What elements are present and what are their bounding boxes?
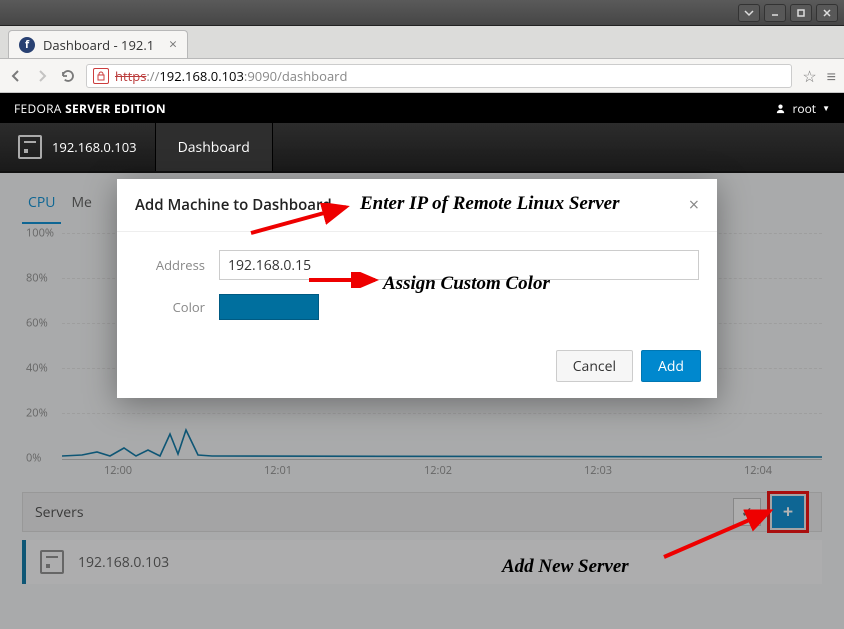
user-menu[interactable]: root ▼	[775, 100, 830, 117]
annotation-arrow	[660, 505, 780, 563]
annotation-arrow	[307, 272, 381, 288]
annotation-arrow	[246, 203, 356, 239]
y-tick: 60%	[26, 316, 48, 331]
y-tick: 20%	[26, 406, 48, 421]
x-tick: 12:01	[264, 463, 292, 478]
forward-icon[interactable]	[34, 68, 50, 84]
browser-tab[interactable]: f Dashboard - 192.1 ×	[8, 30, 188, 58]
tab-dashboard[interactable]: Dashboard	[155, 123, 273, 171]
server-icon	[40, 550, 64, 574]
host-pill[interactable]: 192.168.0.103	[0, 123, 155, 171]
app-header: FEDORA SERVER EDITION root ▼	[0, 93, 844, 123]
close-icon[interactable]: ×	[169, 35, 177, 54]
y-tick: 40%	[26, 361, 48, 376]
x-tick: 12:00	[104, 463, 132, 478]
servers-title: Servers	[35, 503, 84, 522]
fedora-icon: f	[19, 37, 35, 53]
host-label: 192.168.0.103	[52, 138, 137, 156]
x-tick: 12:03	[584, 463, 612, 478]
annotation-text: Enter IP of Remote Linux Server	[360, 193, 620, 215]
bookmark-icon[interactable]: ☆	[802, 65, 816, 87]
reload-icon[interactable]	[60, 68, 76, 84]
address-label: Address	[135, 256, 205, 274]
annotation-text: Add New Server	[502, 556, 629, 578]
cpu-sparkline	[62, 416, 822, 460]
page-body: CPU Me 100% 80% 60% 40% 20% 0% 12:00 12:…	[0, 173, 844, 629]
window-minimize-button[interactable]	[764, 4, 786, 22]
browser-tabstrip: f Dashboard - 192.1 ×	[0, 26, 844, 59]
caret-down-icon: ▼	[822, 103, 830, 114]
x-tick: 12:04	[744, 463, 772, 478]
brand-text: FEDORA SERVER EDITION	[14, 100, 166, 117]
cancel-button[interactable]: Cancel	[556, 350, 633, 382]
back-icon[interactable]	[8, 68, 24, 84]
browser-toolbar: https://192.168.0.103:9090/dashboard ☆ ≡	[0, 59, 844, 93]
user-name: root	[792, 100, 816, 117]
window-close-button[interactable]	[816, 4, 838, 22]
add-button[interactable]: Add	[641, 350, 701, 382]
insecure-lock-icon	[93, 68, 109, 84]
tab-cpu[interactable]: CPU	[22, 187, 61, 224]
window-maximize-button[interactable]	[790, 4, 812, 22]
tab-memory[interactable]: Me	[65, 187, 97, 224]
y-tick: 0%	[26, 451, 41, 466]
address-bar[interactable]: https://192.168.0.103:9090/dashboard	[86, 64, 792, 88]
server-icon	[18, 135, 42, 159]
user-icon	[775, 103, 786, 114]
color-swatch[interactable]	[219, 294, 319, 320]
tab-title: Dashboard - 192.1	[43, 36, 161, 54]
window-down-button[interactable]	[738, 4, 760, 22]
close-icon[interactable]: ×	[689, 193, 699, 217]
color-label: Color	[135, 298, 205, 316]
annotation-text: Assign Custom Color	[383, 273, 550, 295]
server-row-label: 192.168.0.103	[78, 553, 169, 572]
x-tick: 12:02	[424, 463, 452, 478]
browser-menu-icon[interactable]: ≡	[827, 65, 836, 87]
y-tick: 80%	[26, 271, 48, 286]
app-nav: 192.168.0.103 Dashboard	[0, 123, 844, 173]
window-titlebar	[0, 0, 844, 26]
y-tick: 100%	[26, 226, 54, 241]
url-text: https://192.168.0.103:9090/dashboard	[115, 67, 347, 85]
